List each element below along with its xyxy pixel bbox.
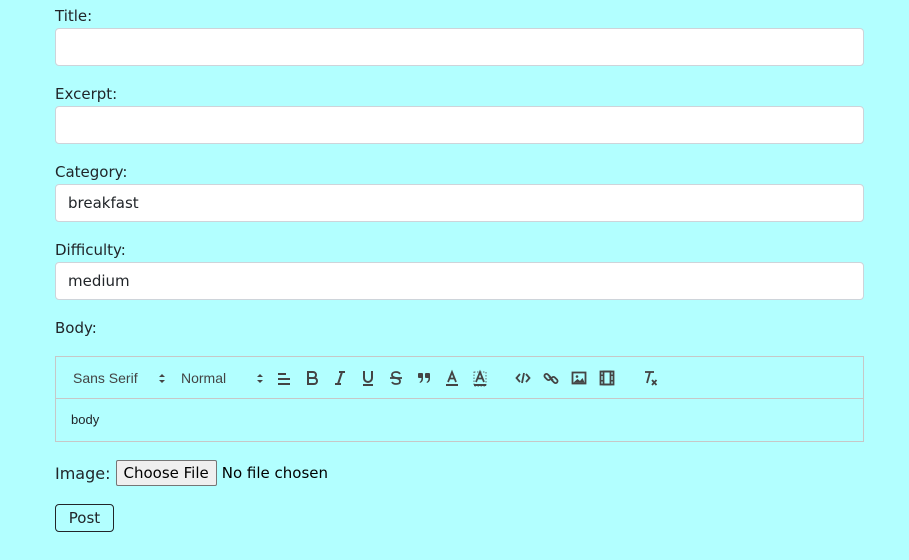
- editor-toolbar: Sans Serif Normal: [56, 357, 863, 399]
- font-picker-caret-icon: [158, 373, 166, 384]
- title-input[interactable]: [55, 28, 864, 66]
- italic-icon[interactable]: [333, 369, 347, 387]
- underline-icon[interactable]: [361, 369, 375, 387]
- rich-text-editor: Sans Serif Normal body: [55, 356, 864, 442]
- choose-file-button[interactable]: Choose File: [115, 460, 217, 486]
- image-icon[interactable]: [571, 369, 587, 387]
- bold-icon[interactable]: [305, 369, 319, 387]
- body-label: Body:: [55, 319, 97, 337]
- align-icon[interactable]: [276, 369, 292, 387]
- background-color-icon[interactable]: [473, 369, 487, 387]
- size-picker-label: Normal: [181, 370, 227, 386]
- file-status-text: No file chosen: [221, 464, 329, 482]
- category-input[interactable]: [55, 184, 864, 222]
- excerpt-input[interactable]: [55, 106, 864, 144]
- blockquote-icon[interactable]: [417, 369, 431, 387]
- title-label: Title:: [55, 7, 93, 25]
- strikethrough-icon[interactable]: [389, 369, 403, 387]
- size-picker-caret-icon: [256, 373, 264, 384]
- image-upload-row: Image: Choose File No file chosen: [55, 458, 328, 488]
- font-picker[interactable]: Sans Serif: [73, 369, 169, 387]
- excerpt-label: Excerpt:: [55, 85, 118, 103]
- difficulty-input[interactable]: [55, 262, 864, 300]
- size-picker[interactable]: Normal: [181, 369, 267, 387]
- post-form-page: Title: Excerpt: Category: Difficulty: Bo…: [0, 0, 909, 560]
- link-icon[interactable]: [543, 369, 559, 387]
- font-picker-label: Sans Serif: [73, 370, 138, 386]
- difficulty-label: Difficulty:: [55, 241, 126, 259]
- text-color-icon[interactable]: [445, 369, 459, 387]
- image-label: Image:: [55, 463, 111, 483]
- category-label: Category:: [55, 163, 128, 181]
- clear-format-icon[interactable]: [642, 369, 658, 387]
- editor-content[interactable]: body: [71, 412, 99, 427]
- post-button[interactable]: Post: [55, 504, 114, 532]
- video-icon[interactable]: [599, 369, 615, 387]
- code-icon[interactable]: [515, 369, 531, 387]
